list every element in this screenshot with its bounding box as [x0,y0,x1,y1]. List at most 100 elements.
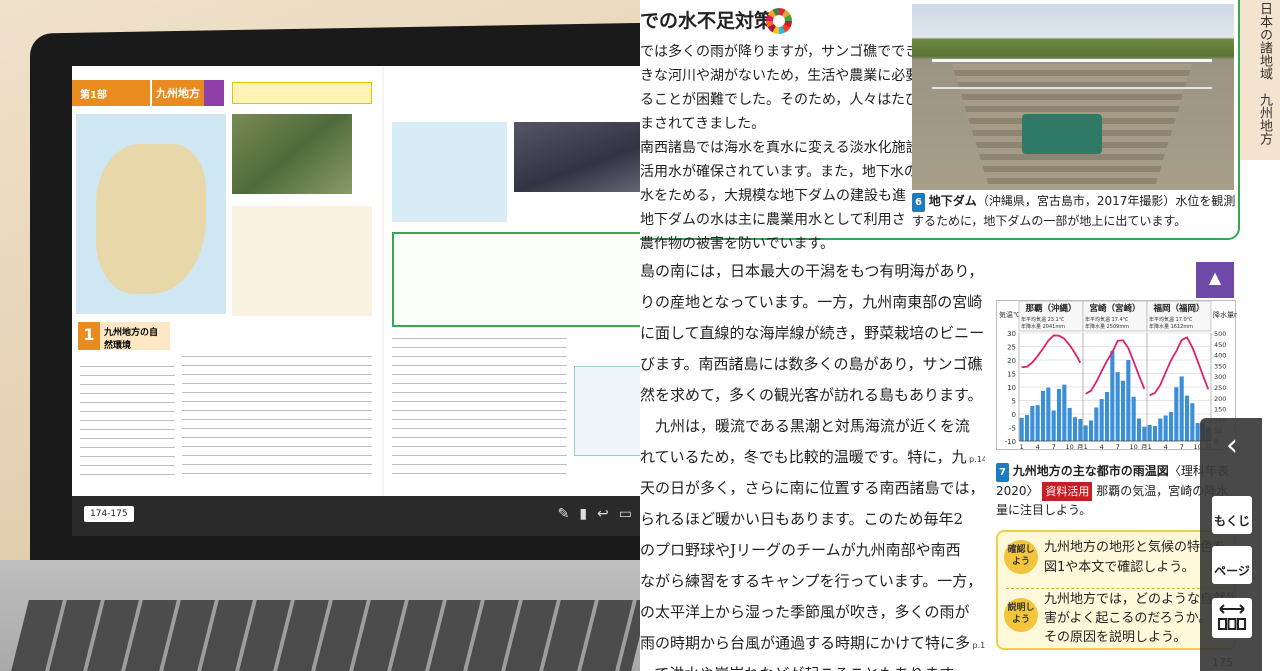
resource-badge: 資料活用 [1042,482,1093,501]
precip-bar [1094,407,1099,441]
y-tick-label: 25 [1007,344,1016,352]
chevron-left-icon[interactable]: ‹ [1212,428,1252,466]
region-mark-icon: ▲ [1196,262,1234,298]
y2-tick-label: 400 [1214,352,1226,360]
precip-bar [1168,412,1174,441]
page-reference-link[interactable]: p.182 [982,393,986,402]
water-shortage-box-thumbnail [392,232,640,327]
series-name: 那覇（沖縄） [1025,303,1076,314]
x-tick-label: 4 [1036,443,1040,451]
body-line-text: りの産地となっています。一方，九州南東部の宮崎 [640,293,983,311]
page-reference-link[interactable]: p.172,179 [982,362,986,371]
precip-bar [1024,415,1030,441]
temp-line [1021,334,1082,369]
baseball-photo-thumbnail[interactable] [514,122,640,192]
kyushu-map-thumbnail[interactable] [76,114,226,314]
caldera-diagram-thumbnail[interactable] [232,206,372,316]
body-line-text: びます。南西諸島には数多くの島があり，サンゴ礁 [640,355,983,373]
precip-bar [1062,384,1067,441]
sdg-icon [766,8,792,34]
screen-icon[interactable]: ▭ [619,506,640,522]
y-tick-label: 20 [1007,357,1016,365]
precip-bar [1179,376,1184,441]
laptop-keys [11,600,640,671]
tablet-screen: 第1部 九州地方 1 九州地方の自然環境 174-175 ✎▮↩▭ [72,66,640,536]
x-tick-label: 10 [1130,443,1138,451]
confirm-pill: 確認しよう [1004,540,1038,574]
page-reference-link[interactable]: p.145 [967,455,985,464]
precip-bar [1152,425,1158,441]
page-range-chip[interactable]: 174-175 [84,506,134,522]
figure-number: 6 [912,193,925,212]
caldera-photo-thumbnail[interactable] [232,114,352,194]
body-line: 雨の時期から台風が通過する時期にかけて特に多 p.149 [640,628,985,659]
precip-bar [1126,360,1131,441]
box-body-line: 農作物の被害を防いでいます。 [640,236,835,252]
bookmark-icon[interactable]: ▮ [579,506,597,522]
chapter-label: 第1部 [72,80,150,106]
precip-bar [1136,418,1142,441]
underground-dam-photo[interactable] [912,4,1234,190]
y-tick-label: 10 [1007,384,1016,392]
precip-bar [1083,425,1088,441]
precip-bar [1110,350,1115,441]
back-icon[interactable]: ↩ [597,506,619,522]
x-tick-label: 7 [1052,443,1056,451]
precip-bar [1051,410,1056,441]
temp-line [1085,339,1146,395]
body-line: れているため，冬でも比較的温暖です。特に，九 p.145 [640,442,985,473]
x-tick-label: 1 [1084,443,1088,451]
x-tick-label: 7 [1180,443,1184,451]
box-body-line: 地下ダムの水は主に農業用水として利用さ [640,212,906,228]
precip-bar [1067,407,1072,441]
x-tick-label: 1 [1148,443,1152,451]
body-text-lines [182,356,372,476]
y2-tick-label: 200 [1214,395,1226,403]
island-map-thumbnail[interactable] [392,122,507,222]
explain-pill: 説明しよう [1004,598,1038,632]
y-tick-label: 5 [1012,398,1016,406]
series-name: 宮崎（宮崎） [1089,303,1140,314]
two-page-icon[interactable] [1212,598,1252,638]
box-body-line: 水をためる，大規模な地下ダムの建設も進 [640,188,906,204]
page-button[interactable]: ページ [1212,546,1252,584]
precip-bar [1056,388,1062,441]
precip-bar [1115,372,1120,441]
series-meta: 年平均気温 23.1℃ [1021,316,1065,323]
climate-chart-thumbnail[interactable] [574,366,640,456]
body-line: 島の南には，日本最大の干潟をもつ有明海があり， p.172 [640,256,985,287]
dam-caption: 6 地下ダム（沖縄県，宮古島市，2017年撮影）水位を観測するために，地下ダムの… [912,192,1236,231]
textbook-page: での水不足対策 では多くの雨が降りますが，サンゴ礁ででき きな河川や湖がないため，… [640,0,1280,671]
precip-bar [1035,405,1040,441]
precip-bar [1120,380,1126,441]
page-reference-link[interactable]: p.149 [970,641,985,650]
series-meta: 年平均気温 17.4℃ [1085,316,1129,323]
contents-button[interactable]: もくじ [1212,496,1252,534]
x-tick-label: 月 [1077,444,1083,451]
precip-bar [1131,396,1136,441]
precip-bar [1040,390,1046,441]
precip-bar [1030,406,1035,441]
box-body-line: 活用水が確保されています。また，地下水の [640,164,912,180]
body-line: のプロ野球やJリーグのチームが九州南部や南西 [640,535,985,566]
y2-tick-label: 350 [1214,362,1226,370]
precip-bar [1190,403,1195,441]
memo-icon[interactable]: ✎ [558,506,580,522]
body-line-text: の太平洋上から湿った季節風が吹き，多くの雨が [640,603,970,621]
two-page-icon-svg [1218,604,1246,630]
section-number: 1 [78,322,100,350]
series-name: 福岡（福岡） [1152,303,1204,314]
figure-title: 地下ダム [928,194,977,208]
x-tick-label: 4 [1100,443,1104,451]
region-icon [204,80,224,106]
body-line-text: 雨の時期から台風が通過する時期にかけて特に多 [640,634,971,652]
precip-bar [1147,425,1152,441]
x-tick-label: 4 [1164,443,1168,451]
y2-tick-label: 250 [1214,384,1226,392]
body-line: 然を求めて，多くの観光客が訪れる島もあります。 p.182 [640,380,985,411]
box-title: での水不足対策 [640,10,774,32]
y2-tick-label: 450 [1214,341,1226,349]
page-reference-link[interactable]: p.172 [983,269,985,278]
body-line-text: に面して直線的な海岸線が続き，野菜栽培のビニー [640,324,985,342]
precip-bar [1184,395,1190,441]
